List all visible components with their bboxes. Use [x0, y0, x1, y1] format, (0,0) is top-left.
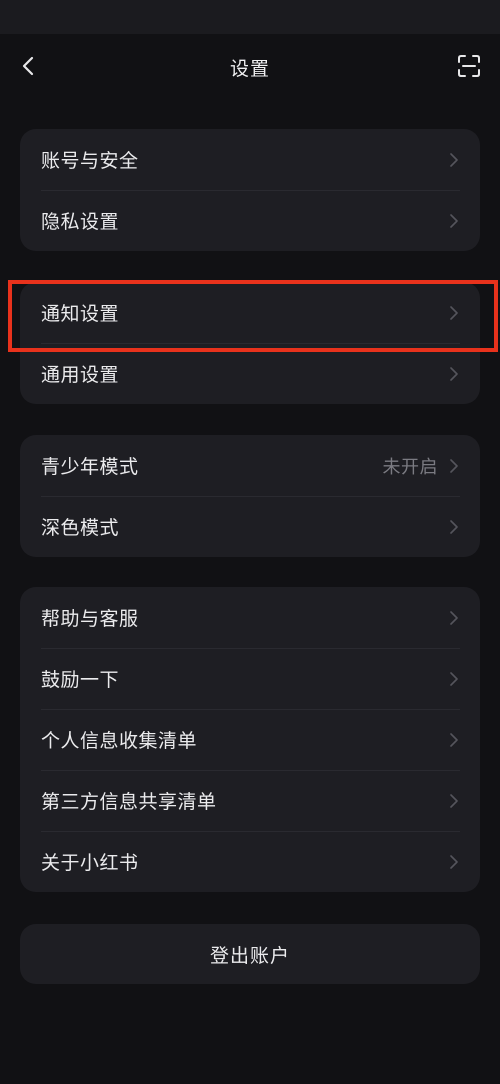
- chevron-right-icon: [448, 610, 460, 626]
- scan-icon: [458, 55, 480, 77]
- settings-group-notification: 通知设置 通用设置: [20, 282, 480, 404]
- settings-item-teen-mode[interactable]: 青少年模式 未开启: [20, 435, 480, 496]
- settings-item-third-party-list[interactable]: 第三方信息共享清单: [20, 770, 480, 831]
- status-bar: [0, 0, 500, 34]
- chevron-right-icon: [448, 732, 460, 748]
- settings-item-label: 个人信息收集清单: [41, 730, 198, 752]
- settings-item-account-security[interactable]: 账号与安全: [20, 129, 480, 190]
- settings-group-modes: 青少年模式 未开启 深色模式: [20, 435, 480, 557]
- settings-item-label: 通知设置: [41, 303, 120, 325]
- settings-item-dark-mode[interactable]: 深色模式: [20, 496, 480, 557]
- settings-group-account: 账号与安全 隐私设置: [20, 129, 480, 251]
- settings-item-help[interactable]: 帮助与客服: [20, 587, 480, 648]
- settings-item-label: 账号与安全: [41, 150, 139, 172]
- settings-item-label: 第三方信息共享清单: [41, 791, 217, 813]
- chevron-right-icon: [448, 152, 460, 168]
- settings-item-label: 鼓励一下: [41, 669, 120, 691]
- settings-item-about[interactable]: 关于小红书: [20, 831, 480, 892]
- settings-item-label: 关于小红书: [41, 852, 139, 874]
- chevron-right-icon: [448, 793, 460, 809]
- chevron-right-icon: [448, 366, 460, 382]
- settings-item-general[interactable]: 通用设置: [20, 343, 480, 404]
- chevron-right-icon: [448, 854, 460, 870]
- settings-group-about: 帮助与客服 鼓励一下 个人信息收集清单 第三方信息共享清单 关于小红书: [20, 587, 480, 892]
- chevron-right-icon: [448, 458, 460, 474]
- settings-item-label: 帮助与客服: [41, 608, 139, 630]
- chevron-right-icon: [448, 519, 460, 535]
- settings-item-label: 隐私设置: [41, 211, 120, 233]
- scan-button[interactable]: [456, 53, 482, 79]
- page-title: 设置: [229, 58, 270, 80]
- logout-button[interactable]: 登出账户: [20, 924, 480, 984]
- settings-item-value: 未开启: [382, 456, 438, 478]
- settings-item-privacy[interactable]: 隐私设置: [20, 190, 480, 251]
- chevron-right-icon: [448, 213, 460, 229]
- settings-item-label: 青少年模式: [41, 456, 139, 478]
- logout-label: 登出账户: [209, 944, 290, 967]
- settings-item-encourage[interactable]: 鼓励一下: [20, 648, 480, 709]
- chevron-right-icon: [448, 305, 460, 321]
- settings-item-label: 深色模式: [41, 517, 120, 539]
- settings-item-label: 通用设置: [41, 364, 120, 386]
- settings-item-notification[interactable]: 通知设置: [20, 282, 480, 343]
- settings-item-personal-info-list[interactable]: 个人信息收集清单: [20, 709, 480, 770]
- nav-bar: 设置: [0, 34, 500, 100]
- chevron-right-icon: [448, 671, 460, 687]
